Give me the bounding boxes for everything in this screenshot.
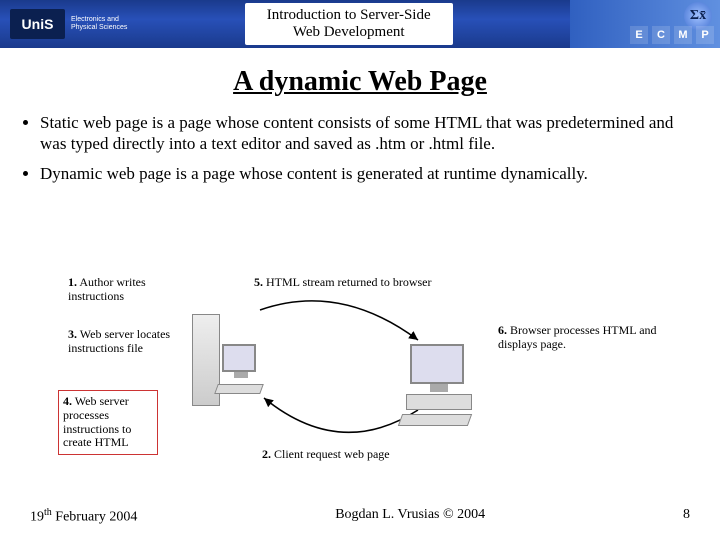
slide-footer: 19th February 2004 Bogdan L. Vrusias © 2… (0, 507, 720, 526)
caption-1: 1. Author writes instructions (68, 276, 178, 304)
caption-3: 3. Web server locates instructions file (68, 328, 178, 356)
server-icon (192, 314, 220, 406)
logo-sub-line1: Electronics and (71, 16, 127, 24)
header-title-line1: Introduction to Server-Side (267, 7, 431, 24)
slide-header: UniS Electronics and Physical Sciences I… (0, 0, 720, 48)
unis-logo-icon: UniS (10, 9, 65, 39)
letter-m: M (674, 26, 692, 44)
letter-e: E (630, 26, 648, 44)
bullet-list: Static web page is a page whose content … (40, 112, 684, 184)
header-title: Introduction to Server-Side Web Developm… (127, 3, 570, 45)
slide-title: A dynamic Web Page (0, 66, 720, 98)
footer-author: Bogdan L. Vrusias © 2004 (335, 507, 485, 526)
caption-2: 2. Client request web page (262, 448, 462, 462)
header-decor: Σx̄ E C M P (570, 0, 720, 48)
caption-4: 4. Web server processes instructions to … (58, 390, 158, 455)
footer-page-number: 8 (683, 507, 690, 526)
client-computer-icon (410, 344, 464, 384)
logo-subtitle: Electronics and Physical Sciences (71, 16, 127, 31)
caption-6: 6. Browser processes HTML and displays p… (498, 324, 668, 352)
header-title-line2: Web Development (267, 24, 431, 41)
letter-c: C (652, 26, 670, 44)
caption-5: 5. HTML stream returned to browser (254, 276, 484, 290)
footer-date: 19th February 2004 (30, 507, 137, 526)
letter-p: P (696, 26, 714, 44)
bullet-1: Static web page is a page whose content … (40, 112, 684, 155)
course-letters: E C M P (630, 26, 714, 44)
bullet-2: Dynamic web page is a page whose content… (40, 163, 684, 184)
logo-sub-line2: Physical Sciences (71, 24, 127, 32)
process-diagram: 1. Author writes instructions 3. Web ser… (0, 270, 720, 480)
